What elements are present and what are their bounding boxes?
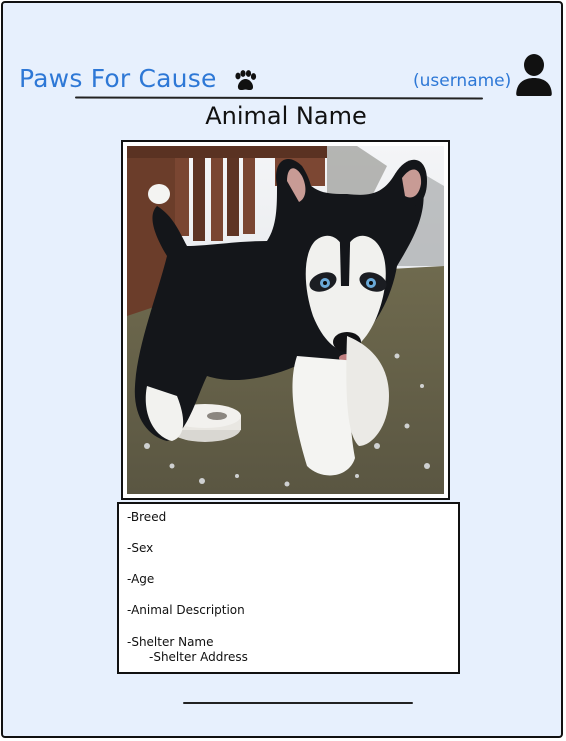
animal-photo-frame	[121, 140, 450, 500]
footer-divider	[183, 702, 413, 704]
shelter-name-label: -Shelter Name	[127, 635, 214, 649]
sex-label: -Sex	[127, 541, 154, 555]
page-frame: Paws For Cause (username) Animal Name -B…	[1, 1, 563, 738]
brand-title[interactable]: Paws For Cause	[19, 64, 217, 93]
animal-description-label: -Animal Description	[127, 603, 245, 617]
animal-name-heading: Animal Name	[205, 102, 367, 130]
header-divider	[74, 96, 484, 100]
username-link[interactable]: (username)	[413, 71, 511, 91]
paw-icon	[235, 70, 257, 91]
animal-photo	[127, 146, 444, 494]
age-label: -Age	[127, 572, 155, 586]
breed-label: -Breed	[127, 510, 167, 524]
user-icon[interactable]	[516, 54, 552, 97]
animal-details-box: -Breed -Sex -Age -Animal Description -Sh…	[117, 502, 460, 674]
shelter-address-label: -Shelter Address	[149, 650, 248, 664]
